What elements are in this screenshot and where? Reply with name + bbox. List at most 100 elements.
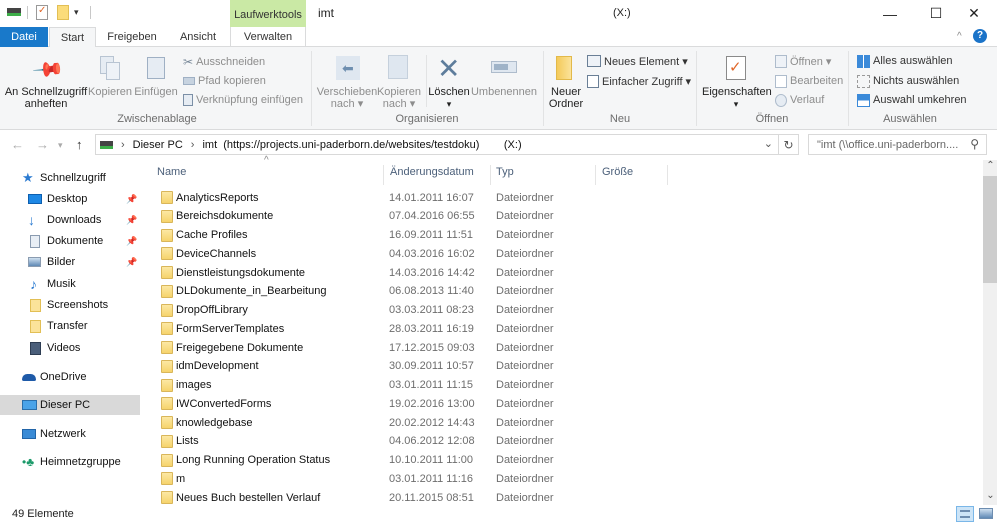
- nav-videos[interactable]: Videos: [0, 338, 140, 358]
- copy-path-icon: [183, 77, 195, 85]
- file-date: 03.03.2011 08:23: [389, 304, 474, 316]
- open-button[interactable]: Öffnen ▾: [775, 52, 831, 70]
- nav-screenshots[interactable]: Screenshots: [0, 295, 140, 315]
- copy-to-icon: [388, 55, 408, 79]
- file-row[interactable]: AnalyticsReports 14.01.2011 16:07 Dateiord…: [157, 188, 957, 207]
- copy-label: Kopieren: [88, 86, 133, 98]
- select-all-button[interactable]: Alles auswählen: [857, 52, 953, 70]
- tab-freigeben[interactable]: Freigeben: [100, 27, 164, 47]
- help-icon[interactable]: ?: [973, 29, 987, 43]
- pin-icon[interactable]: 📌: [126, 236, 137, 247]
- forward-button[interactable]: →: [36, 137, 49, 152]
- scroll-down-button[interactable]: ⌄: [984, 490, 997, 501]
- pin-icon[interactable]: 📌: [126, 257, 137, 268]
- paste-label: Einfügen: [134, 86, 178, 98]
- nav-quick-access[interactable]: ★ Schnellzugriff: [0, 168, 140, 188]
- file-type: Dateiordner: [496, 397, 554, 410]
- large-icons-view-button[interactable]: [979, 508, 993, 519]
- refresh-button[interactable]: ↻: [779, 134, 799, 155]
- nav-transfer[interactable]: Transfer: [0, 316, 140, 336]
- group-label-oeffnen: Öffnen: [755, 113, 789, 125]
- file-type: Dateiordner: [496, 341, 554, 354]
- file-name: AnalyticsReports: [176, 191, 259, 204]
- pin-icon[interactable]: 📌: [126, 215, 137, 226]
- nav-onedrive[interactable]: OneDrive: [0, 367, 140, 387]
- file-row[interactable]: Lists 04.06.2012 12:08 Dateiordner: [157, 432, 957, 451]
- file-type: Dateiordner: [496, 435, 554, 448]
- nav-label: Desktop: [47, 193, 88, 205]
- tab-datei[interactable]: Datei: [0, 27, 48, 47]
- scrollbar-thumb[interactable]: [983, 176, 997, 283]
- nav-this-pc[interactable]: Dieser PC: [0, 395, 140, 415]
- nav-desktop[interactable]: Desktop 📌: [0, 189, 140, 209]
- nav-documents[interactable]: Dokumente 📌: [0, 231, 140, 251]
- details-view-button[interactable]: [956, 506, 974, 522]
- nav-label: Heimnetzgruppe: [40, 456, 121, 468]
- address-bar[interactable]: › Dieser PC › imt (https://projects.uni-…: [95, 134, 779, 155]
- nav-pictures[interactable]: Bilder 📌: [0, 252, 140, 272]
- column-header-date[interactable]: Änderungsdatum: [384, 165, 491, 185]
- new-folder-icon[interactable]: [57, 5, 69, 20]
- breadcrumb-this-pc[interactable]: Dieser PC: [133, 139, 183, 151]
- file-row[interactable]: IWConvertedForms 19.02.2016 13:00 Dateiord…: [157, 394, 957, 413]
- tab-ansicht[interactable]: Ansicht: [170, 27, 226, 47]
- history-label: Verlauf: [790, 94, 825, 106]
- paste-shortcut-button[interactable]: Verknüpfung einfügen: [183, 91, 303, 109]
- file-date: 17.12.2015 09:03: [389, 341, 475, 354]
- copy-path-button[interactable]: Pfad kopieren: [183, 72, 266, 90]
- search-placeholder: "imt (\\office.uni-paderborn....: [817, 138, 959, 151]
- file-row[interactable]: Long Running Operation Status 10.10.2011 …: [157, 451, 957, 470]
- search-input[interactable]: "imt (\\office.uni-paderborn.... ⚲: [808, 134, 987, 155]
- copy-path-label: Pfad kopieren: [198, 75, 266, 87]
- minimize-button[interactable]: —: [867, 0, 913, 27]
- properties-icon[interactable]: ✓: [36, 5, 48, 20]
- scissors-icon: ✂: [183, 55, 194, 69]
- recent-locations-button[interactable]: ▾: [58, 140, 63, 151]
- collapse-ribbon-icon[interactable]: ^: [957, 31, 962, 42]
- scroll-up-button[interactable]: ⌃: [984, 160, 997, 171]
- tab-verwalten[interactable]: Verwalten: [230, 27, 306, 47]
- tab-start[interactable]: Start: [49, 27, 96, 48]
- file-name: Dienstleistungsdokumente: [176, 266, 306, 279]
- edit-button[interactable]: Bearbeiten: [775, 72, 843, 90]
- file-row[interactable]: DLDokumente_in_Bearbeitung 06.08.2013 11:…: [157, 282, 957, 301]
- new-folder-label-2: Ordner: [548, 98, 584, 110]
- easy-access-button[interactable]: Einfacher Zugriff ▾: [587, 72, 691, 90]
- file-row[interactable]: DeviceChannels 04.03.2016 16:02 Dateiordne…: [157, 244, 957, 263]
- history-button[interactable]: Verlauf: [775, 91, 824, 109]
- close-button[interactable]: ✕: [951, 0, 997, 27]
- customize-dropdown-icon[interactable]: ▾: [74, 7, 84, 19]
- file-date: 28.03.2011 16:19: [389, 322, 474, 335]
- easy-access-label: Einfacher Zugriff ▾: [602, 75, 692, 88]
- file-row[interactable]: FormServerTemplates 28.03.2011 16:19 Datei…: [157, 319, 957, 338]
- drive-icon[interactable]: [7, 8, 21, 18]
- up-button[interactable]: ↑: [76, 137, 83, 152]
- column-header-size[interactable]: Größe: [596, 165, 668, 185]
- invert-selection-button[interactable]: Auswahl umkehren: [857, 91, 967, 109]
- file-row[interactable]: Bereichsdokumente 07.04.2016 06:55 Dateior…: [157, 207, 957, 226]
- select-none-button[interactable]: Nichts auswählen: [857, 72, 959, 90]
- folder-icon: [161, 228, 173, 242]
- file-row[interactable]: m 03.01.2011 11:16 Dateiordner: [157, 469, 957, 488]
- file-row[interactable]: Dienstleistungsdokumente 14.03.2016 14:42…: [157, 263, 957, 282]
- file-row[interactable]: knowledgebase 20.02.2012 14:43 Dateiordner: [157, 413, 957, 432]
- nav-network[interactable]: Netzwerk: [0, 424, 140, 444]
- column-header-type[interactable]: Typ: [491, 165, 596, 185]
- nav-music[interactable]: ♪ Musik: [0, 274, 140, 294]
- file-row[interactable]: Cache Profiles 16.09.2011 11:51 Dateiordne…: [157, 226, 957, 245]
- nav-downloads[interactable]: ↓ Downloads 📌: [0, 210, 140, 230]
- file-row[interactable]: idmDevelopment 30.09.2011 10:57 Dateiordne…: [157, 357, 957, 376]
- nav-homegroup[interactable]: •♣ Heimnetzgruppe: [0, 452, 140, 472]
- file-row[interactable]: Freigegebene Dokumente 17.12.2015 09:03 Da…: [157, 338, 957, 357]
- address-dropdown-icon[interactable]: ⌄: [764, 137, 773, 150]
- cut-button[interactable]: ✂ Ausschneiden: [183, 53, 265, 71]
- new-item-button[interactable]: Neues Element ▾: [587, 52, 688, 70]
- column-header-name[interactable]: Name: [150, 165, 384, 185]
- file-name: FormServerTemplates: [176, 322, 285, 335]
- file-row[interactable]: DropOffLibrary 03.03.2011 08:23 Dateiordne…: [157, 301, 957, 320]
- file-row[interactable]: images 03.01.2011 11:15 Dateiordner: [157, 376, 957, 395]
- file-name: DropOffLibrary: [176, 304, 248, 316]
- breadcrumb-imt[interactable]: imt (https://projects.uni-paderborn.de/w…: [202, 139, 521, 151]
- pin-icon[interactable]: 📌: [126, 194, 137, 205]
- back-button[interactable]: ←: [11, 137, 24, 152]
